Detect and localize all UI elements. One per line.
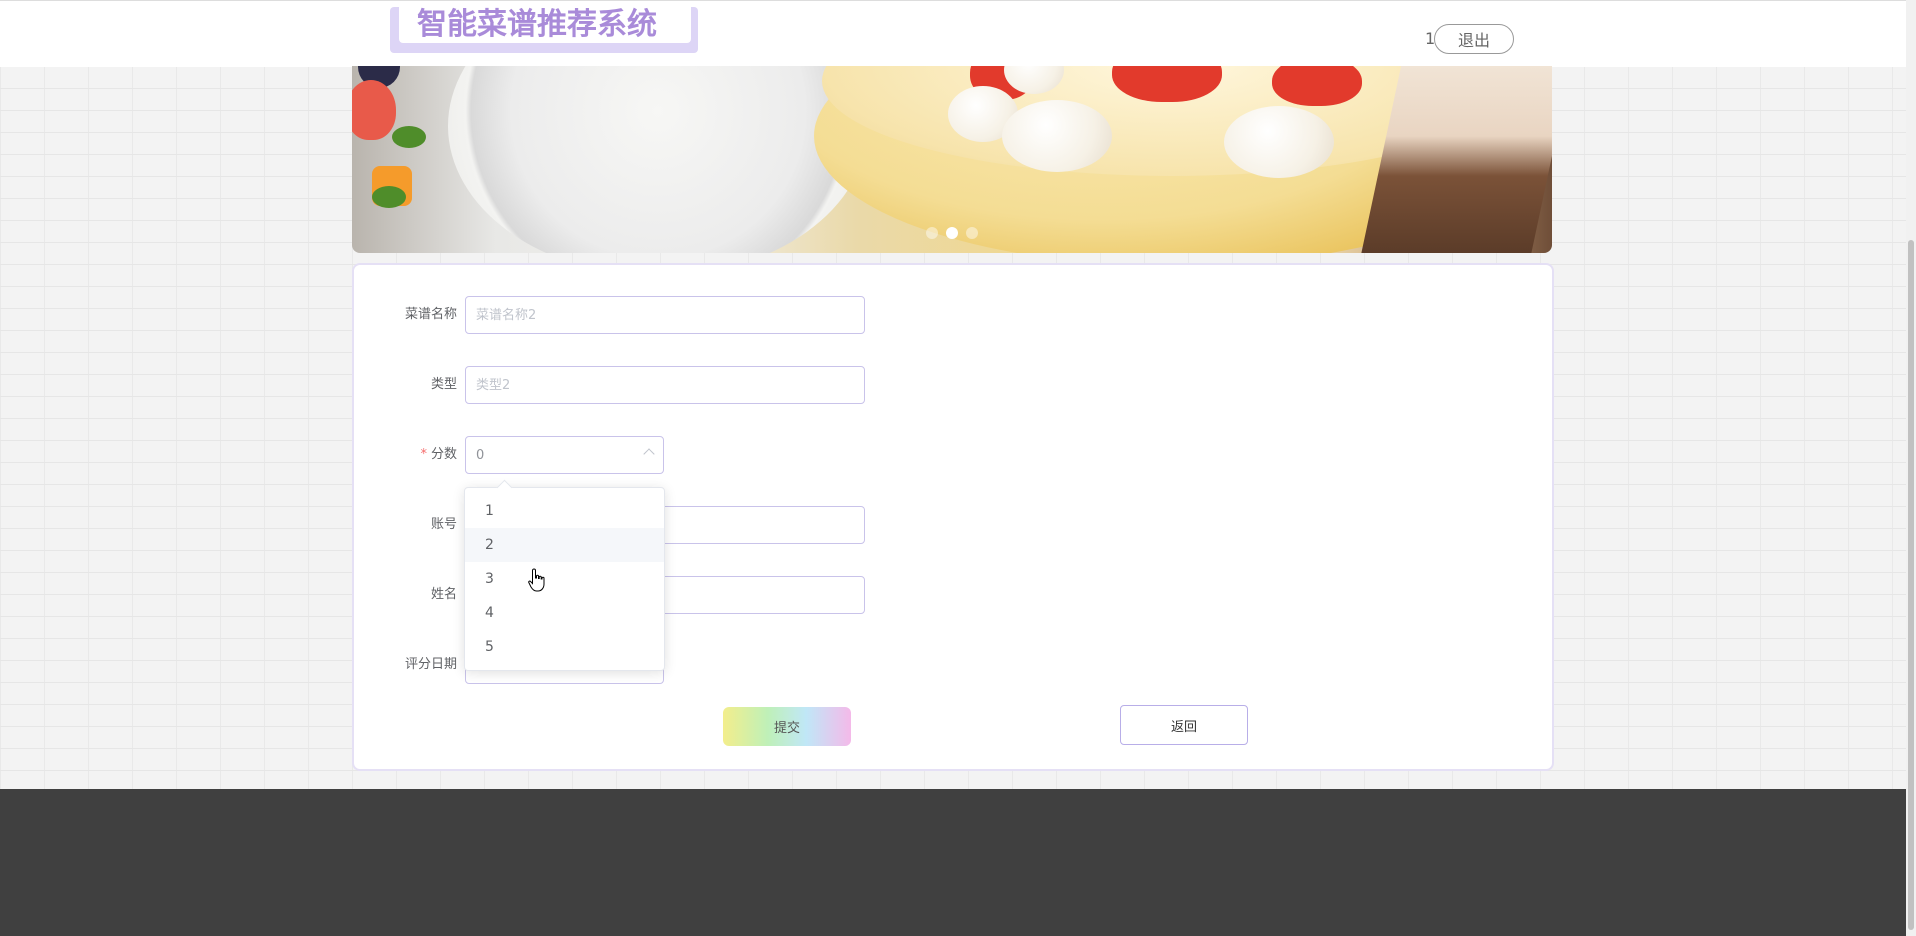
score-label: * 分数: [354, 435, 457, 475]
strawberry-image: [352, 80, 396, 140]
submit-button[interactable]: 提交: [723, 707, 851, 746]
cream-swirl-image: [1002, 100, 1112, 172]
score-options-list: 1 2 3 4 5: [465, 488, 664, 664]
rating-date-label: 评分日期: [404, 657, 457, 672]
score-select-value: 0: [476, 448, 485, 463]
parsley-image: [392, 126, 426, 148]
carousel-dot-active[interactable]: [946, 227, 958, 239]
score-option[interactable]: 2: [465, 528, 664, 562]
type-input[interactable]: 类型2: [465, 366, 865, 404]
page-footer: [0, 789, 1906, 936]
score-option[interactable]: 3: [465, 562, 664, 596]
type-label: 类型: [430, 377, 457, 392]
back-button[interactable]: 返回: [1120, 705, 1248, 745]
form-row-type: 类型 类型2: [354, 365, 1552, 405]
strawberry-image: [1272, 66, 1362, 106]
recipe-name-label: 菜谱名称: [404, 307, 457, 322]
score-label-text: 分数: [430, 447, 457, 462]
site-title: 智能菜谱推荐系统: [417, 7, 657, 42]
score-option[interactable]: 4: [465, 596, 664, 630]
cream-swirl-image: [1224, 106, 1334, 178]
page-scrollbar-thumb[interactable]: [1908, 240, 1914, 930]
carousel-dot[interactable]: [926, 227, 938, 239]
form-row-recipe-name: 菜谱名称 菜谱名称2: [354, 295, 1552, 335]
hand-cursor-icon: [528, 568, 545, 592]
chevron-up-icon: [643, 448, 655, 460]
parsley-image: [372, 186, 406, 208]
required-asterisk: *: [420, 447, 427, 462]
score-option[interactable]: 5: [465, 630, 664, 664]
top-header: 智能菜谱推荐系统 1 退出: [0, 0, 1906, 67]
name-label: 姓名: [430, 587, 457, 602]
carousel-dot[interactable]: [966, 227, 978, 239]
account-label: 账号: [430, 517, 457, 532]
banner-plate-image: [448, 66, 868, 253]
score-option[interactable]: 1: [465, 494, 664, 528]
recipe-name-input[interactable]: 菜谱名称2: [465, 296, 865, 334]
score-dropdown-menu: 1 2 3 4 5: [464, 479, 665, 671]
score-select[interactable]: 0: [465, 436, 664, 474]
form-row-score: * 分数 0: [354, 435, 1552, 475]
banner-carousel: [352, 66, 1552, 253]
carousel-indicators: [926, 227, 978, 239]
logout-button[interactable]: 退出: [1434, 24, 1514, 54]
